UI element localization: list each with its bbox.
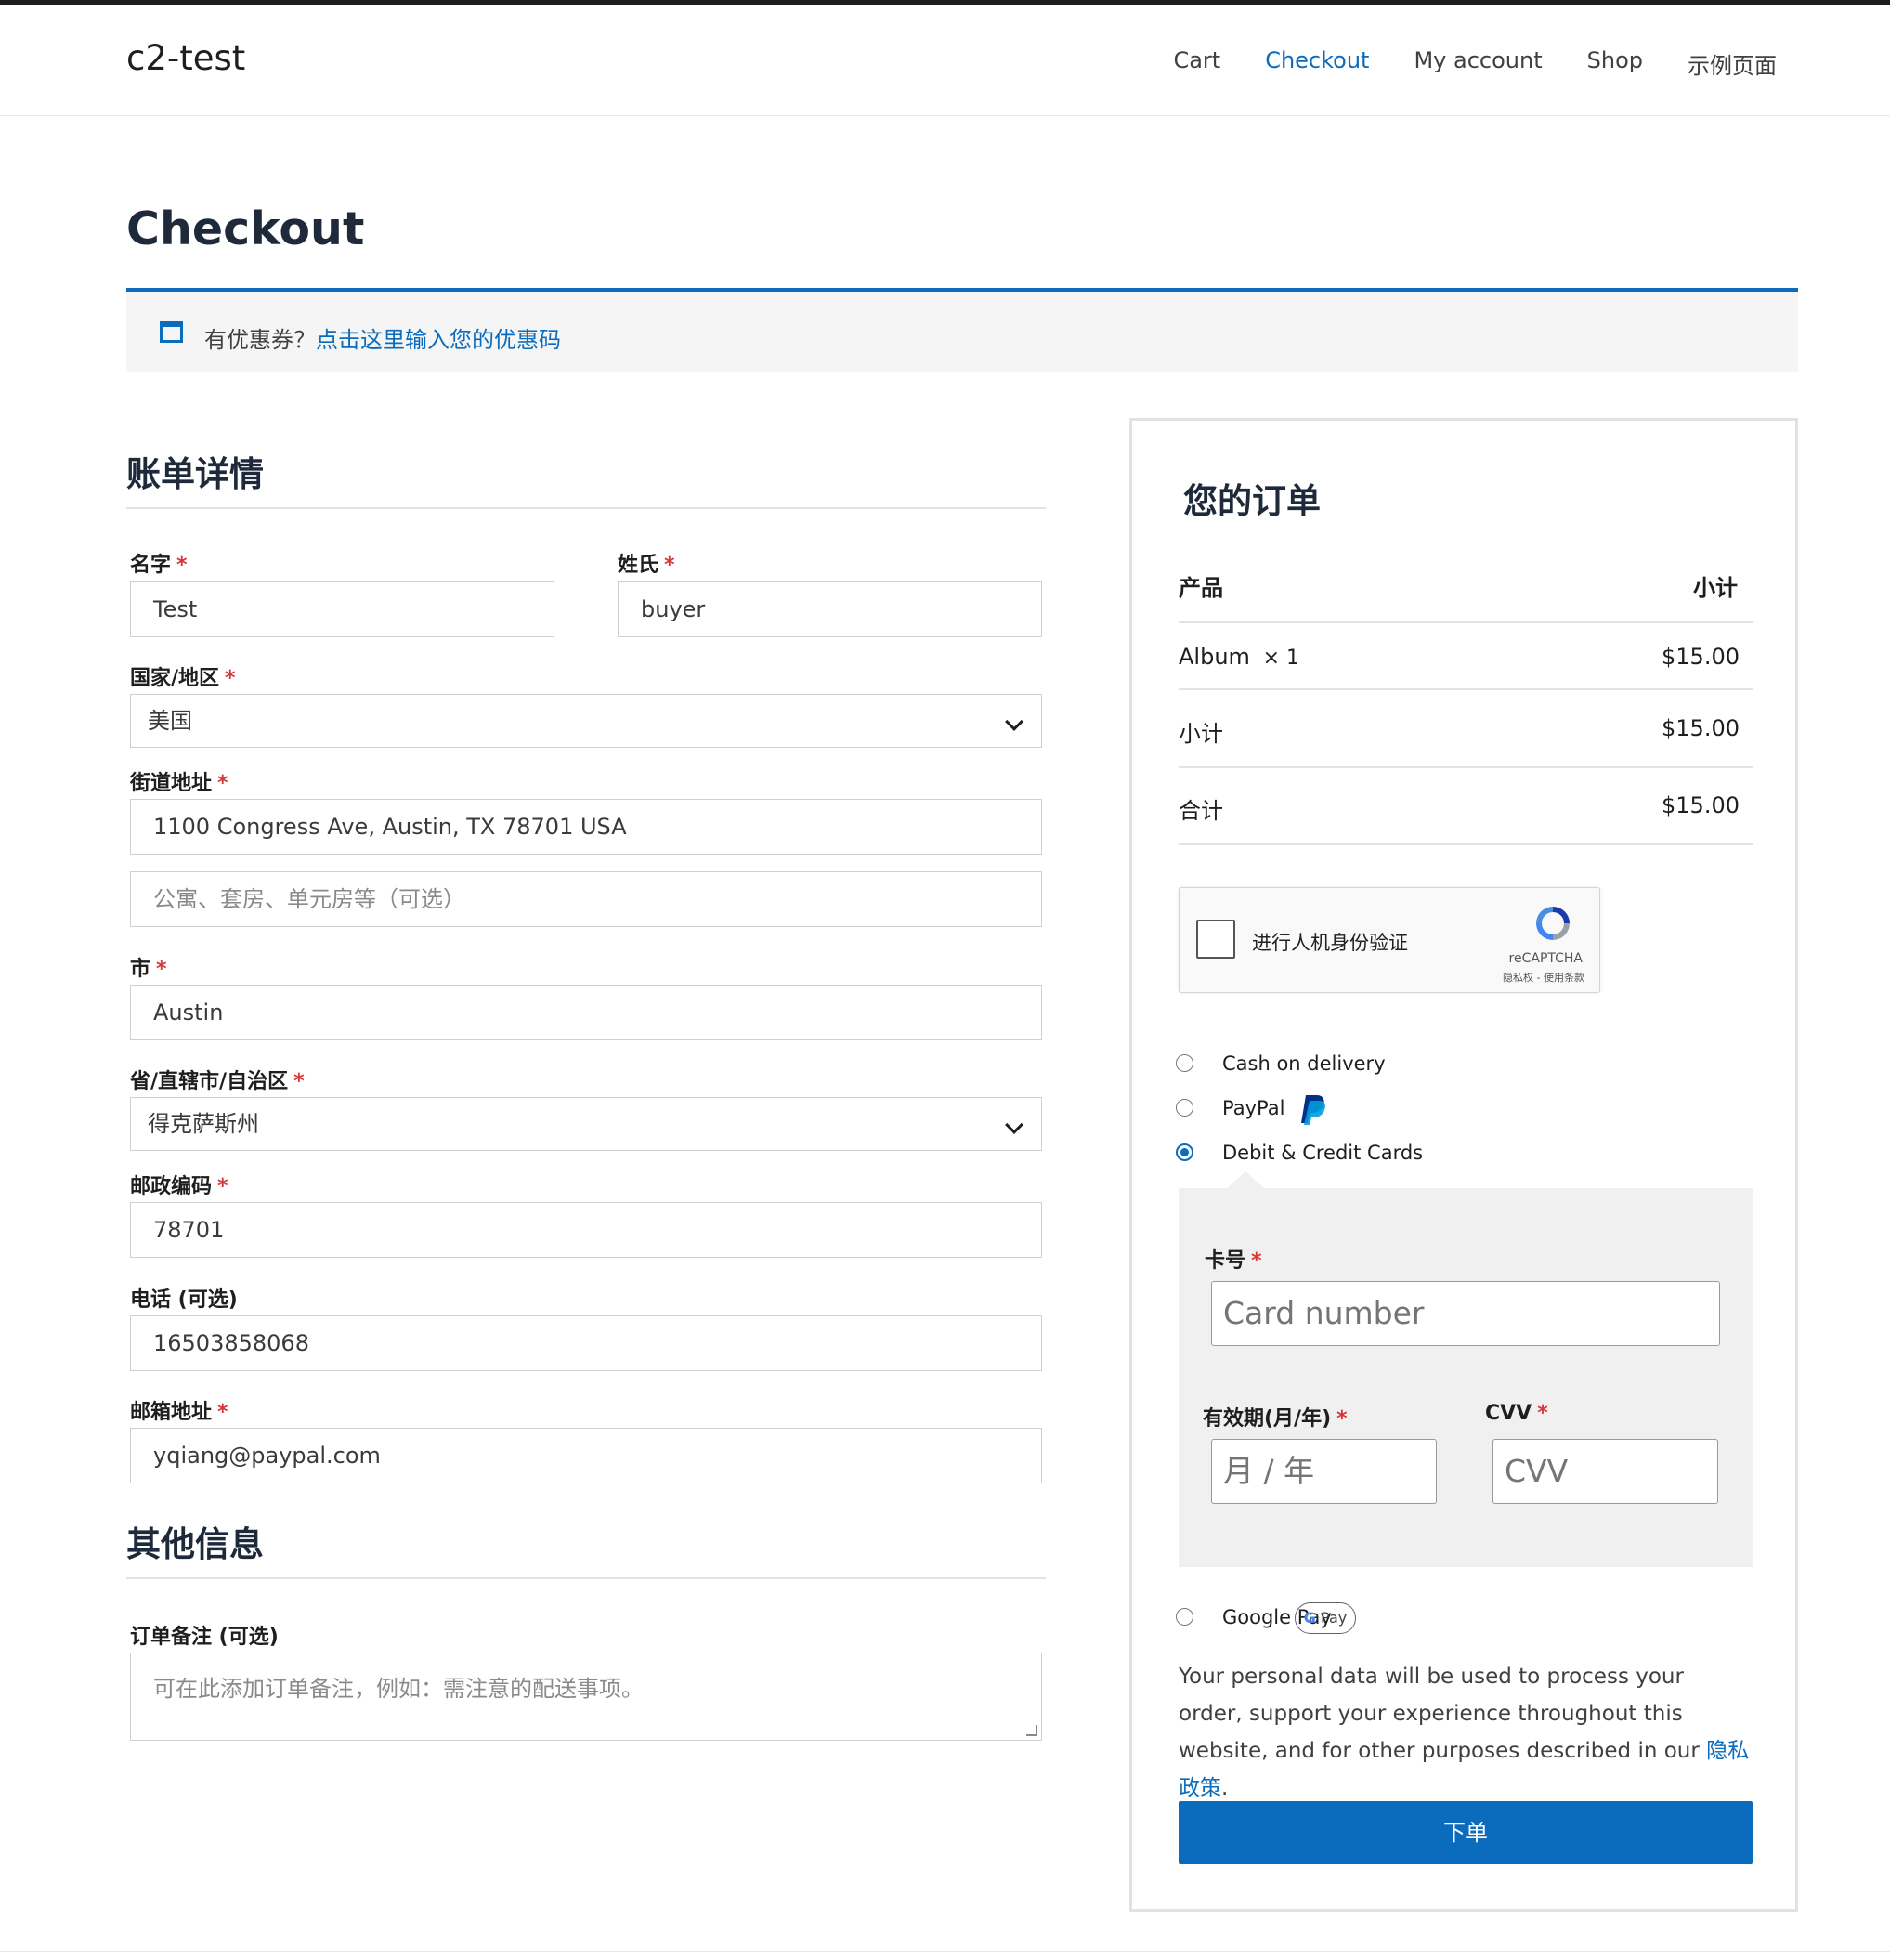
country-select[interactable]: 美国 xyxy=(130,694,1042,748)
googlepay-radio[interactable] xyxy=(1176,1608,1193,1626)
nav-item-cart[interactable]: Cart xyxy=(1173,47,1220,80)
billing-divider xyxy=(126,507,1046,509)
postcode-label: 邮政编码 * xyxy=(130,1175,228,1198)
order-notes-placeholder: 可在此添加订单备注，例如：需注意的配送事项。 xyxy=(153,1676,644,1702)
place-order-button[interactable]: 下单 xyxy=(1179,1801,1753,1864)
order-notes-label: 订单备注 (可选) xyxy=(130,1626,279,1649)
item-name: Album xyxy=(1179,644,1250,670)
email-field[interactable]: yqiang@paypal.com xyxy=(130,1428,1042,1483)
card-number-label: 卡号 * xyxy=(1205,1249,1262,1273)
nav-item-sample-page[interactable]: 示例页面 xyxy=(1688,47,1777,80)
chevron-down-icon xyxy=(1005,712,1023,731)
main-nav: Cart Checkout My account Shop 示例页面 xyxy=(1173,47,1777,80)
country-value: 美国 xyxy=(148,708,192,734)
state-value: 得克萨斯州 xyxy=(148,1111,259,1137)
postcode-field[interactable]: 78701 xyxy=(130,1202,1042,1258)
paypal-radio[interactable] xyxy=(1176,1099,1193,1117)
total-value: $15.00 xyxy=(1662,792,1740,818)
cod-label: Cash on delivery xyxy=(1222,1052,1386,1075)
cvv-input[interactable]: CVV xyxy=(1492,1439,1718,1504)
state-select[interactable]: 得克萨斯州 xyxy=(130,1097,1042,1151)
last-name-label: 姓氏 * xyxy=(618,554,675,577)
recaptcha-terms[interactable]: 隐私权 - 使用条款 xyxy=(1503,970,1584,985)
city-field[interactable]: Austin xyxy=(130,985,1042,1040)
city-label: 市 * xyxy=(130,958,167,981)
email-label: 邮箱地址 * xyxy=(130,1401,228,1424)
card-panel-pointer xyxy=(1225,1171,1266,1190)
state-label: 省/直辖市/自治区 * xyxy=(130,1070,305,1093)
billing-title: 账单详情 xyxy=(126,454,264,494)
paypal-logo-icon xyxy=(1301,1095,1325,1125)
additional-info-divider xyxy=(126,1577,1046,1579)
resize-grip-icon[interactable] xyxy=(1026,1725,1037,1736)
paypal-label: PayPal xyxy=(1222,1097,1285,1119)
item-qty: × 1 xyxy=(1262,647,1299,670)
street-label: 街道地址 * xyxy=(130,772,228,795)
nav-item-checkout[interactable]: Checkout xyxy=(1265,47,1369,80)
order-line-item: Album × 1 $15.00 xyxy=(1179,644,1753,690)
total-label: 合计 xyxy=(1179,798,1223,824)
expiry-label: 有效期(月/年) * xyxy=(1203,1407,1348,1431)
street-address-2-field[interactable]: 公寓、套房、单元房等（可选） xyxy=(130,871,1042,927)
card-number-input[interactable]: Card number xyxy=(1211,1281,1720,1346)
item-price: $15.00 xyxy=(1662,644,1740,670)
footer-divider xyxy=(0,1951,1890,1952)
subtotal-value: $15.00 xyxy=(1662,715,1740,741)
page-title: Checkout xyxy=(126,203,365,255)
order-notes-textarea[interactable]: 可在此添加订单备注，例如：需注意的配送事项。 xyxy=(130,1653,1042,1741)
order-total-row: 合计 $15.00 xyxy=(1179,792,1753,845)
site-title[interactable]: c2-test xyxy=(126,38,245,78)
order-table-header: 产品 小计 xyxy=(1179,569,1753,623)
cvv-label: CVV * xyxy=(1485,1402,1548,1425)
recaptcha-widget: 进行人机身份验证 reCAPTCHA 隐私权 - 使用条款 xyxy=(1179,887,1600,993)
phone-field[interactable]: 16503858068 xyxy=(130,1315,1042,1371)
recaptcha-checkbox[interactable] xyxy=(1196,920,1235,959)
coupon-text: 有优惠券？点击这里输入您的优惠码 xyxy=(204,321,561,354)
last-name-field[interactable]: buyer xyxy=(618,581,1042,637)
privacy-notice: Your personal data will be used to proce… xyxy=(1179,1665,1750,1800)
recaptcha-brand: reCAPTCHA xyxy=(1508,951,1583,966)
subtotal-label: 小计 xyxy=(1179,721,1223,747)
order-title: 您的订单 xyxy=(1183,481,1321,521)
order-subtotal-row: 小计 $15.00 xyxy=(1179,715,1753,768)
street-address-field[interactable]: 1100 Congress Ave, Austin, TX 78701 USA xyxy=(130,799,1042,855)
recaptcha-logo-icon xyxy=(1536,907,1570,940)
coupon-link[interactable]: 点击这里输入您的优惠码 xyxy=(316,327,561,353)
coupon-notice: 有优惠券？点击这里输入您的优惠码 xyxy=(126,288,1798,372)
coupon-prompt: 有优惠券？ xyxy=(204,327,316,353)
order-review: 您的订单 产品 小计 Album × 1 $15.00 小计 $15.00 合计… xyxy=(1129,418,1798,1912)
card-fields-panel: 卡号 * Card number 有效期(月/年) * 月 / 年 CVV * CVV xyxy=(1179,1188,1753,1567)
cod-radio[interactable] xyxy=(1176,1054,1193,1072)
first-name-label: 名字 * xyxy=(130,554,188,577)
nav-item-my-account[interactable]: My account xyxy=(1414,47,1542,80)
col-subtotal: 小计 xyxy=(1693,575,1738,601)
cards-label: Debit & Credit Cards xyxy=(1222,1142,1424,1164)
calendar-icon xyxy=(160,321,183,343)
recaptcha-text: 进行人机身份验证 xyxy=(1252,932,1408,954)
country-label: 国家/地区 * xyxy=(130,667,236,690)
site-header: c2-test Cart Checkout My account Shop 示例… xyxy=(0,5,1890,116)
nav-item-shop[interactable]: Shop xyxy=(1587,47,1643,80)
cards-radio[interactable] xyxy=(1176,1143,1193,1161)
col-product: 产品 xyxy=(1179,575,1223,601)
phone-label: 电话 (可选) xyxy=(130,1288,238,1312)
google-pay-badge-icon: G Pay xyxy=(1295,1602,1356,1634)
privacy-text: Your personal data will be used to proce… xyxy=(1179,1665,1707,1763)
first-name-field[interactable]: Test xyxy=(130,581,554,637)
additional-info-title: 其他信息 xyxy=(126,1524,264,1564)
expiry-input[interactable]: 月 / 年 xyxy=(1211,1439,1437,1504)
chevron-down-icon xyxy=(1005,1116,1023,1134)
